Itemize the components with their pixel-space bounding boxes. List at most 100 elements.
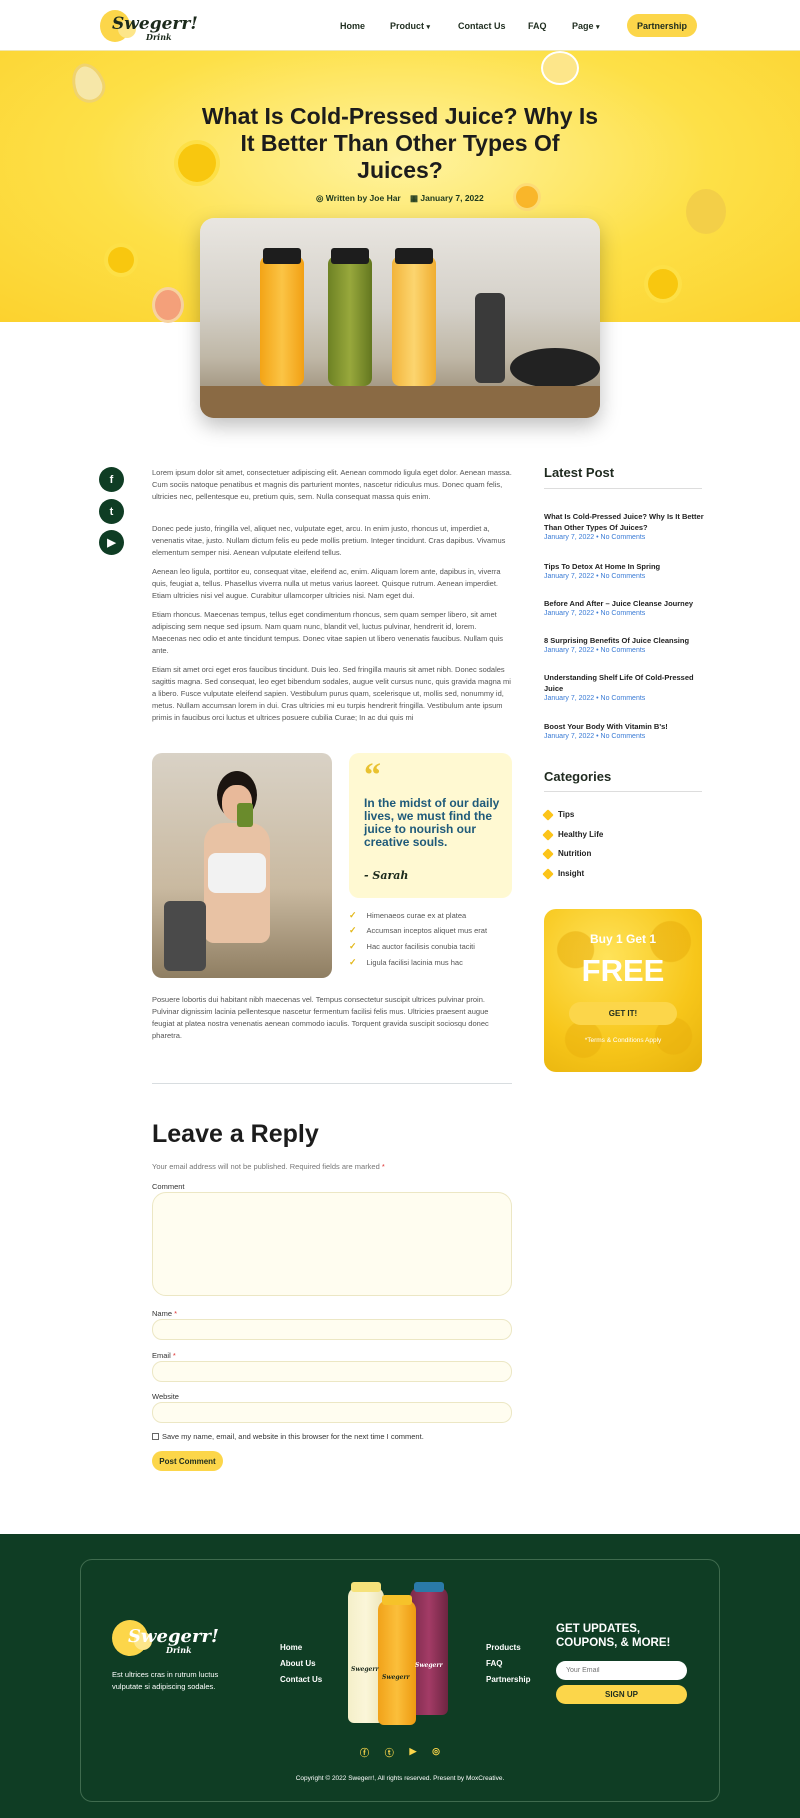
latest-post-item[interactable]: Understanding Shelf Life Of Cold-Pressed… — [544, 672, 704, 702]
divider — [544, 488, 702, 489]
date-meta: ▦ January 7, 2022 — [410, 193, 484, 203]
latest-post-heading: Latest Post — [544, 465, 615, 480]
footer-link-about[interactable]: About Us — [280, 1659, 316, 1668]
orange-slice-icon — [513, 183, 541, 211]
category-item[interactable]: Healthy Life — [542, 828, 603, 841]
chevron-down-icon: ▾ — [426, 23, 431, 31]
youtube-icon[interactable]: ▶ — [409, 1746, 416, 1758]
promo-get-it-button[interactable]: GET IT! — [569, 1002, 677, 1025]
nav-product[interactable]: Product ▾ — [390, 21, 430, 31]
nav-contact[interactable]: Contact Us — [458, 21, 506, 31]
website-label: Website — [152, 1392, 179, 1401]
quote-block: “ In the midst of our daily lives, we mu… — [349, 753, 512, 898]
user-icon: ◎ — [316, 193, 324, 203]
bottle-label: Swegerr — [351, 1666, 379, 1673]
latest-post-item[interactable]: Tips To Detox At Home In Spring January 7… — [544, 561, 704, 580]
check-icon: ✓ — [349, 925, 357, 935]
check-icon: ✓ — [349, 910, 357, 920]
check-icon: ✓ — [349, 957, 357, 967]
promo-banner: Buy 1 Get 1 FREE GET IT! *Terms & Condit… — [544, 909, 702, 1072]
latest-post-item[interactable]: What Is Cold-Pressed Juice? Why Is It Be… — [544, 511, 704, 541]
quote-mark-icon: “ — [364, 757, 381, 794]
calendar-icon: ▦ — [410, 193, 419, 203]
footer-social-icons: ⓕ ⓣ ▶ ◎ — [360, 1746, 440, 1758]
save-info-checkbox[interactable] — [152, 1433, 159, 1440]
twitter-icon[interactable]: ⓣ — [385, 1746, 394, 1758]
check-item: ✓ Himenaeos curae ex at platea — [349, 910, 467, 920]
footer-link-partnership[interactable]: Partnership — [486, 1675, 530, 1684]
tag-icon — [542, 808, 554, 821]
instagram-icon[interactable]: ◎ — [432, 1746, 440, 1758]
save-info-row: Save my name, email, and website in this… — [152, 1432, 424, 1441]
lemon-slice-icon — [66, 58, 110, 108]
bottle-label: Swegerr — [382, 1674, 410, 1681]
chevron-down-icon: ▾ — [596, 23, 600, 31]
newsletter-signup-button[interactable]: SIGN UP — [556, 1685, 687, 1704]
partnership-button[interactable]: Partnership — [627, 14, 697, 37]
name-label: Name * — [152, 1309, 178, 1318]
divider — [152, 1083, 512, 1084]
apple-badge-icon — [108, 247, 134, 273]
footer-tagline: Est ultrices cras in rutrum luctus vulpu… — [112, 1670, 219, 1691]
article-paragraph: Etiam sit amet orci eget eros faucibus t… — [152, 665, 511, 722]
nav-faq[interactable]: FAQ — [528, 21, 547, 31]
promo-terms: *Terms & Conditions Apply — [584, 1037, 662, 1044]
check-item: ✓ Ligula facilisi lacinia mus hac — [349, 957, 463, 967]
check-icon: ✓ — [349, 941, 357, 951]
basket-icon — [541, 51, 579, 85]
article-title: What Is Cold-Pressed Juice? Why Is It Be… — [201, 103, 599, 183]
comment-textarea[interactable] — [152, 1192, 512, 1296]
lemon-icon — [686, 189, 726, 234]
footer-link-products[interactable]: Products — [486, 1643, 521, 1652]
nav-home[interactable]: Home — [340, 21, 365, 31]
bottle-label: Swegerr — [415, 1662, 443, 1669]
newsletter-heading: GET UPDATES, COUPONS, & MORE! — [556, 1623, 671, 1649]
article-paragraph: Etiam rhoncus. Maecenas tempus, tellus e… — [152, 610, 504, 655]
promo-free-text: FREE — [581, 953, 665, 988]
check-item: ✓ Hac auctor facilisis conubia taciti — [349, 941, 475, 951]
reply-note: Your email address will not be published… — [152, 1162, 385, 1171]
category-item[interactable]: Nutrition — [542, 847, 591, 860]
divider — [544, 791, 702, 792]
leaf-badge-icon — [648, 269, 678, 299]
article-paragraph: Donec pede justo, fringilla vel, aliquet… — [152, 524, 506, 557]
reply-heading: Leave a Reply — [152, 1120, 319, 1148]
newsletter-email-input[interactable] — [556, 1661, 687, 1680]
share-youtube-icon[interactable]: ▶ — [99, 530, 124, 555]
latest-post-item[interactable]: Before And After – Juice Cleanse Journey… — [544, 598, 704, 617]
website-field[interactable] — [152, 1402, 512, 1423]
grapefruit-slice-icon — [152, 287, 184, 323]
tag-icon — [542, 828, 554, 841]
site-logo[interactable]: Swegerr! Drink — [98, 8, 198, 44]
copyright: Copyright © 2022 Swegerr!, All rights re… — [295, 1775, 505, 1782]
post-comment-button[interactable]: Post Comment — [152, 1451, 223, 1471]
share-facebook-icon[interactable]: f — [99, 467, 124, 492]
footer-link-contact[interactable]: Contact Us — [280, 1675, 322, 1684]
article-paragraph: Aenean leo ligula, porttitor eu, consequ… — [152, 567, 501, 600]
name-field[interactable] — [152, 1319, 512, 1340]
featured-image-juice-bottles — [200, 218, 600, 418]
email-label: Email * — [152, 1351, 176, 1360]
woman-drinking-juice-image — [152, 753, 332, 978]
categories-heading: Categories — [544, 769, 612, 784]
author-meta: ◎ Written by Joe Har — [316, 193, 401, 203]
footer-link-home[interactable]: Home — [280, 1643, 302, 1652]
latest-post-item[interactable]: 8 Surprising Benefits Of Juice Cleansing… — [544, 635, 704, 654]
nav-page[interactable]: Page ▾ — [572, 21, 600, 31]
footer-logo[interactable]: Swegerr! Drink — [112, 1616, 219, 1658]
latest-post-item[interactable]: Boost Your Body With Vitamin B's! January… — [544, 721, 704, 740]
footer-bottles-image: Swegerr Swegerr Swegerr — [345, 1582, 455, 1727]
tag-icon — [542, 867, 554, 880]
share-twitter-icon[interactable]: t — [99, 499, 124, 524]
article-paragraph: Posuere lobortis dui habitant nibh maece… — [152, 995, 489, 1040]
quote-author: - Sarah — [364, 869, 409, 882]
facebook-icon[interactable]: ⓕ — [360, 1746, 369, 1758]
article-paragraph: Lorem ipsum dolor sit amet, consectetuer… — [152, 468, 512, 501]
email-field[interactable] — [152, 1361, 512, 1382]
footer-link-faq[interactable]: FAQ — [486, 1659, 502, 1668]
comment-label: Comment — [152, 1182, 185, 1191]
check-item: ✓ Accumsan inceptos aliquet mus erat — [349, 925, 488, 935]
category-item[interactable]: Tips — [542, 808, 574, 821]
category-item[interactable]: Insight — [542, 867, 584, 880]
site-header: Swegerr! Drink Home Product ▾ Contact Us… — [0, 0, 800, 51]
